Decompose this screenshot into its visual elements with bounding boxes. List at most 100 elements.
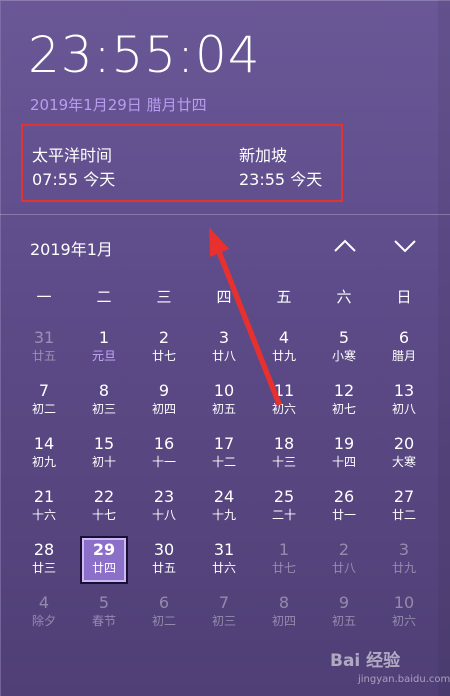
calendar-day[interactable]: 4 除夕: [14, 585, 74, 638]
calendar-day[interactable]: 17 十二: [194, 426, 254, 479]
clock-date-link[interactable]: 2019年1月29日 腊月廿四: [30, 94, 207, 115]
calendar-day[interactable]: 13 初八: [374, 373, 434, 426]
calendar-day[interactable]: 3 廿八: [194, 320, 254, 373]
calendar-day[interactable]: 23 十八: [134, 479, 194, 532]
lunar-date: 初二: [151, 614, 176, 628]
day-number: 7: [38, 381, 50, 400]
calendar-day-today[interactable]: 29 廿四: [74, 532, 134, 585]
timezone-singapore: 新加坡 23:55 今天: [239, 144, 322, 192]
calendar-day[interactable]: 6 初二: [134, 585, 194, 638]
day-number: 14: [33, 434, 55, 453]
weekday-label: 日: [396, 288, 412, 306]
calendar-day[interactable]: 19 十四: [314, 426, 374, 479]
lunar-date: 廿九: [391, 561, 416, 575]
lunar-date: 初四: [271, 614, 296, 628]
day-number: 23: [153, 487, 175, 506]
section-divider: [0, 214, 450, 215]
calendar-day[interactable]: 10 初五: [194, 373, 254, 426]
calendar-day[interactable]: 5 春节: [74, 585, 134, 638]
weekday-label: 四: [216, 288, 232, 306]
calendar-day[interactable]: 26 廿一: [314, 479, 374, 532]
day-number: 1: [98, 328, 110, 347]
lunar-date: 廿八: [331, 561, 356, 575]
calendar-day[interactable]: 7 初二: [14, 373, 74, 426]
calendar-day[interactable]: 22 十七: [74, 479, 134, 532]
day-number: 7: [218, 593, 230, 612]
window-left-border: [0, 0, 1, 696]
calendar-day[interactable]: 18 十三: [254, 426, 314, 479]
weekday-label: 三: [156, 288, 172, 306]
lunar-date: 廿一: [331, 508, 356, 522]
calendar-day[interactable]: 21 十六: [14, 479, 74, 532]
day-number: 18: [273, 434, 295, 453]
calendar-day[interactable]: 9 初四: [134, 373, 194, 426]
previous-month-button[interactable]: [331, 232, 359, 260]
calendar-day[interactable]: 2 廿八: [314, 532, 374, 585]
day-number: 3: [218, 328, 230, 347]
calendar-day[interactable]: 31 廿五: [14, 320, 74, 373]
day-number: 10: [213, 381, 235, 400]
window-top-border: [0, 0, 450, 1]
lunar-date: 十九: [211, 508, 236, 522]
calendar-day[interactable]: 28 廿三: [14, 532, 74, 585]
weekday-label: 五: [276, 288, 292, 306]
calendar-day[interactable]: 11 初六: [254, 373, 314, 426]
next-month-button[interactable]: [391, 232, 419, 260]
lunar-date: 十三: [271, 455, 296, 469]
lunar-date: 腊月: [391, 349, 416, 363]
calendar-day[interactable]: 2 廿七: [134, 320, 194, 373]
day-number: 6: [398, 328, 410, 347]
lunar-date: 除夕: [31, 614, 56, 628]
day-number: 17: [213, 434, 235, 453]
day-number: 1: [278, 540, 290, 559]
day-number: 10: [393, 593, 415, 612]
calendar-day[interactable]: 6 腊月: [374, 320, 434, 373]
day-number: 4: [38, 593, 50, 612]
lunar-date: 大寒: [391, 455, 416, 469]
calendar-day[interactable]: 27 廿二: [374, 479, 434, 532]
lunar-date: 廿九: [271, 349, 296, 363]
calendar-day[interactable]: 8 初四: [254, 585, 314, 638]
lunar-date: 初七: [331, 402, 356, 416]
calendar-day[interactable]: 10 初六: [374, 585, 434, 638]
day-number: 29: [92, 540, 116, 559]
calendar-day[interactable]: 15 初十: [74, 426, 134, 479]
lunar-date: 十八: [151, 508, 176, 522]
calendar-day[interactable]: 30 廿五: [134, 532, 194, 585]
day-number: 6: [158, 593, 170, 612]
day-number: 8: [278, 593, 290, 612]
calendar-day[interactable]: 14 初九: [14, 426, 74, 479]
weekday-header-row: 一二三四五六日: [14, 286, 434, 306]
timezone-time: 07:55 今天: [32, 170, 116, 189]
day-number: 2: [338, 540, 350, 559]
calendar-day[interactable]: 3 廿九: [374, 532, 434, 585]
calendar-day[interactable]: 4 廿九: [254, 320, 314, 373]
day-number: 5: [338, 328, 350, 347]
calendar-day[interactable]: 25 二十: [254, 479, 314, 532]
calendar-day[interactable]: 9 初五: [314, 585, 374, 638]
weekday-label: 二: [96, 288, 112, 306]
calendar-day[interactable]: 16 十一: [134, 426, 194, 479]
calendar-day[interactable]: 31 廿六: [194, 532, 254, 585]
lunar-date: 初九: [31, 455, 56, 469]
lunar-date: 廿三: [31, 561, 56, 575]
calendar-day[interactable]: 1 廿七: [254, 532, 314, 585]
lunar-date: 十四: [331, 455, 356, 469]
lunar-date: 春节: [91, 614, 116, 628]
weekday-label: 六: [336, 288, 352, 306]
timezone-highlight-box: 太平洋时间 07:55 今天 新加坡 23:55 今天: [21, 124, 343, 202]
clock-time: 23:55:04: [28, 26, 261, 84]
calendar-day[interactable]: 12 初七: [314, 373, 374, 426]
calendar-day[interactable]: 5 小寒: [314, 320, 374, 373]
calendar-day[interactable]: 7 初三: [194, 585, 254, 638]
day-number: 31: [213, 540, 235, 559]
lunar-date: 十一: [151, 455, 176, 469]
month-header-button[interactable]: 2019年1月: [30, 236, 113, 260]
day-number: 9: [338, 593, 350, 612]
calendar-day[interactable]: 24 十九: [194, 479, 254, 532]
calendar-day[interactable]: 8 初三: [74, 373, 134, 426]
lunar-date: 廿六: [211, 561, 236, 575]
calendar-day[interactable]: 1 元旦: [74, 320, 134, 373]
day-number: 12: [333, 381, 355, 400]
calendar-day[interactable]: 20 大寒: [374, 426, 434, 479]
